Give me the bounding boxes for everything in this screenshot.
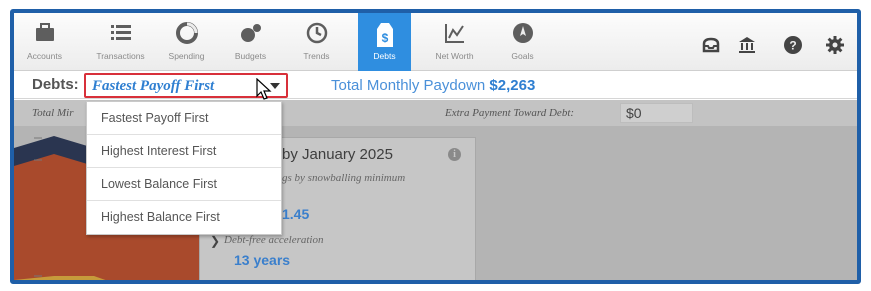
clock-icon: [290, 13, 343, 51]
debts-bar: Debts: Fastest Payoff First Total Monthl…: [14, 71, 857, 99]
tab-debts[interactable]: $ Debts: [358, 13, 411, 71]
tab-label: Trends: [303, 51, 330, 61]
info-icon[interactable]: i: [448, 148, 461, 161]
tab-label: Goals: [511, 51, 534, 61]
gear-icon[interactable]: [824, 35, 846, 57]
bank-icon[interactable]: [736, 35, 758, 57]
acceleration-label: Debt-free acceleration: [224, 234, 324, 246]
option-fastest-payoff[interactable]: Fastest Payoff First: [87, 102, 281, 135]
monthly-paydown: Total Monthly Paydown $2,263: [331, 77, 535, 94]
option-highest-interest[interactable]: Highest Interest First: [87, 135, 281, 168]
paydown-value: $2,263: [489, 77, 536, 94]
svg-text:?: ?: [789, 39, 796, 53]
total-minimum-label-text: Total Mir: [32, 107, 74, 119]
tab-transactions[interactable]: Transactions: [94, 13, 147, 71]
briefcase-icon: [18, 13, 71, 51]
tab-trends[interactable]: Trends: [290, 13, 343, 71]
tab-label: Spending: [168, 51, 205, 61]
payoff-strategy-dropdown: Fastest Payoff First Highest Interest Fi…: [86, 101, 282, 235]
list-icon: [94, 13, 147, 51]
popup-subtitle: gs by snowballing minimum: [282, 172, 406, 184]
tab-spending[interactable]: Spending: [160, 13, 213, 71]
extra-payment-input[interactable]: $0: [620, 103, 693, 123]
pie-chart-icon: [160, 13, 213, 51]
debts-label: Debts:: [32, 76, 79, 93]
mouse-cursor-icon: [256, 78, 272, 100]
coins-icon: [224, 13, 277, 51]
option-lowest-balance[interactable]: Lowest Balance First: [87, 168, 281, 201]
extra-payment-label: Extra Payment Toward Debt:: [445, 107, 575, 119]
main-toolbar: Accounts Transactions Spending Budgets T…: [14, 13, 857, 71]
tab-label: Net Worth: [435, 51, 474, 61]
tab-goals[interactable]: Goals: [496, 13, 549, 71]
tab-budgets[interactable]: Budgets: [224, 13, 277, 71]
tab-accounts[interactable]: Accounts: [18, 13, 71, 71]
inbox-icon[interactable]: [700, 35, 722, 57]
svg-text:$: $: [381, 31, 388, 45]
tab-label: Debts: [373, 51, 396, 61]
dollar-tag-icon: $: [358, 13, 411, 51]
tab-label: Transactions: [96, 51, 145, 61]
compass-icon: [496, 13, 549, 51]
tab-label: Accounts: [27, 51, 62, 61]
help-icon[interactable]: ?: [782, 35, 804, 57]
selected-strategy: Fastest Payoff First: [92, 78, 215, 94]
popup-savings-amount: 1.45: [282, 206, 310, 222]
acceleration-value: 13 years: [234, 252, 291, 268]
paydown-label: Total Monthly Paydown: [331, 77, 486, 94]
popup-title: by January 2025: [282, 146, 393, 163]
option-highest-balance[interactable]: Highest Balance First: [87, 201, 281, 234]
line-chart-icon: [428, 13, 481, 51]
chevron-right-icon[interactable]: ❯: [210, 234, 220, 248]
tab-label: Budgets: [234, 51, 267, 61]
tab-net-worth[interactable]: Net Worth: [428, 13, 481, 71]
